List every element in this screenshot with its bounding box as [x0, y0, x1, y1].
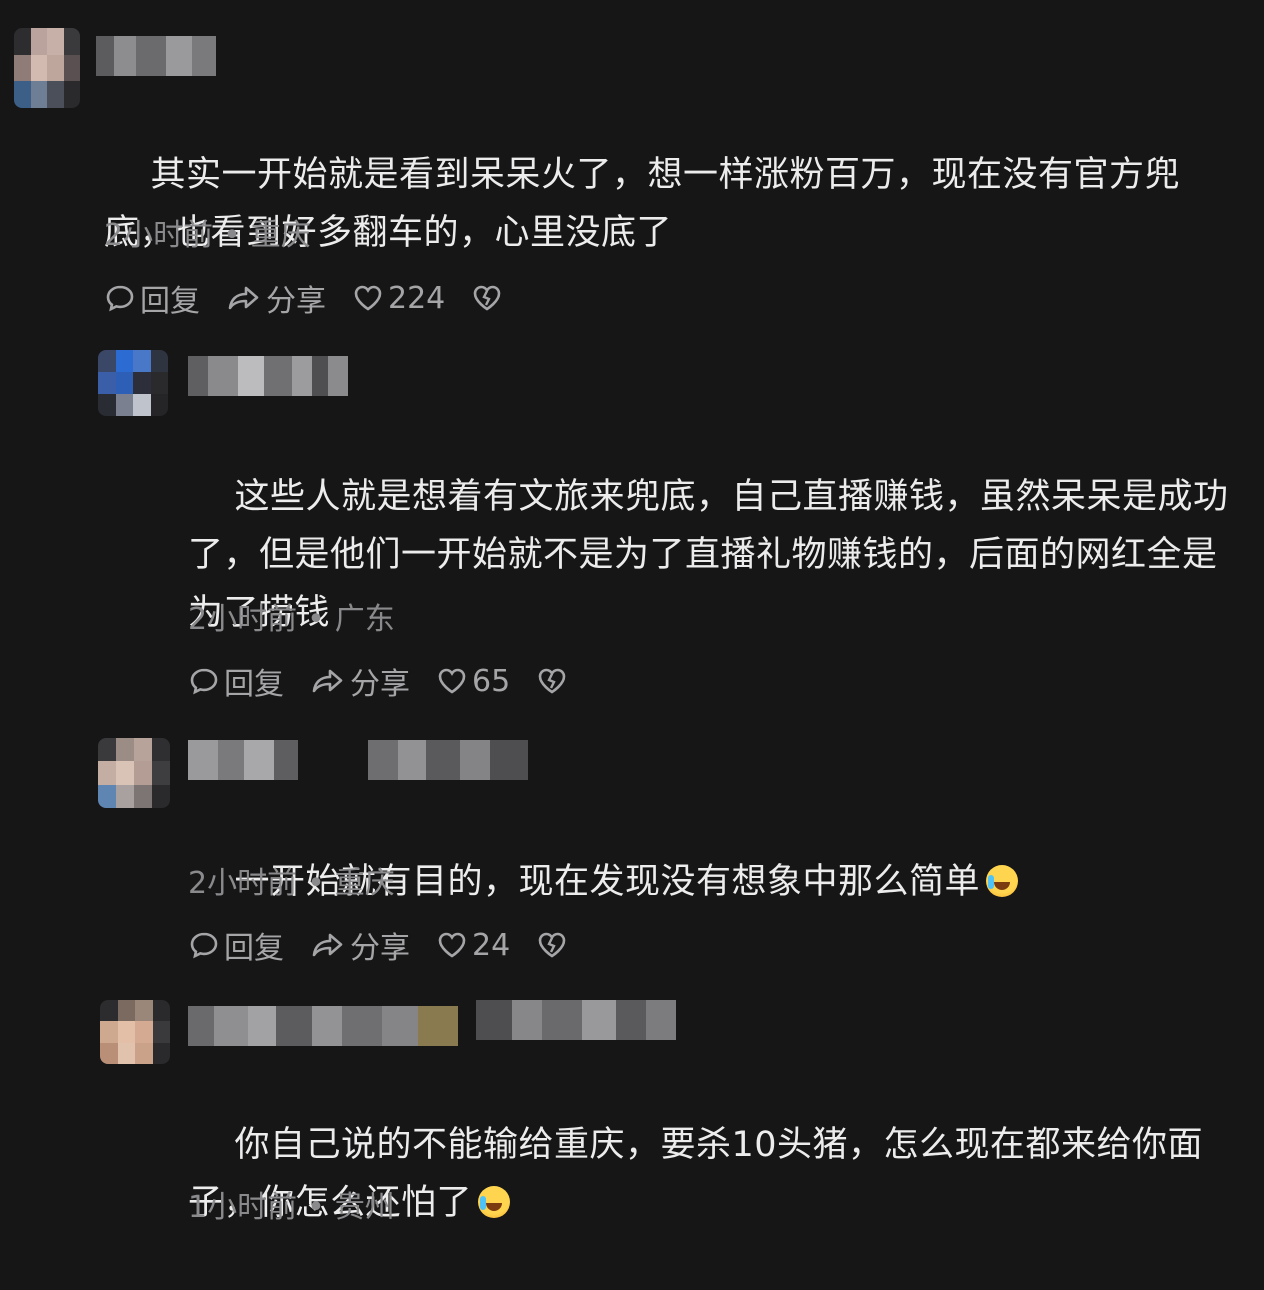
- like-count: 65: [472, 663, 511, 699]
- reply-icon: [190, 932, 218, 959]
- meta-separator: •: [307, 866, 325, 901]
- dislike-button[interactable]: [536, 929, 572, 961]
- comment-location: 重庆: [250, 218, 311, 253]
- share-icon: [228, 286, 259, 310]
- like-button[interactable]: 24: [436, 928, 510, 963]
- like-count: 224: [388, 280, 446, 316]
- comment-time: 2小时前: [188, 866, 298, 901]
- username-blurred[interactable]: [188, 1006, 458, 1046]
- comment-time: 1小时前: [188, 1190, 298, 1225]
- broken-heart-icon: [473, 285, 501, 311]
- reply-icon: [106, 285, 134, 312]
- like-count: 24: [472, 927, 511, 963]
- avatar[interactable]: [14, 28, 80, 108]
- heart-icon: [438, 668, 466, 694]
- reply-target-blurred[interactable]: [368, 740, 528, 780]
- comment-meta: 1小时前 • 贵州: [188, 1188, 395, 1228]
- share-button[interactable]: 分享: [226, 276, 326, 320]
- comment-location: 重庆: [334, 866, 395, 901]
- reply-button[interactable]: 回复: [104, 276, 200, 320]
- reply-label: 回复: [140, 284, 200, 319]
- comment-meta: 2小时前 • 重庆: [188, 864, 395, 904]
- dislike-button[interactable]: [471, 282, 507, 314]
- share-button[interactable]: 分享: [310, 659, 410, 703]
- meta-separator: •: [307, 602, 325, 637]
- heart-icon: [354, 285, 382, 311]
- comment-time: 2小时前: [188, 602, 298, 637]
- like-button[interactable]: 224: [352, 281, 445, 316]
- broken-heart-icon: [538, 932, 566, 958]
- username-blurred[interactable]: [188, 740, 298, 780]
- share-button[interactable]: 分享: [310, 923, 410, 967]
- comment-actions: 回复 分享 24: [188, 923, 598, 967]
- comment-location: 广东: [334, 602, 395, 637]
- heart-icon: [438, 932, 466, 958]
- comment-actions: 回复 分享 65: [188, 659, 598, 703]
- grinning-sweat-emoji: [478, 1186, 511, 1218]
- comment-text: 你自己说的不能输给重庆，要杀10头猪，怎么现在都来给你面子，你怎么还怕了: [188, 1125, 1204, 1223]
- avatar[interactable]: [100, 1000, 170, 1064]
- reply-label: 回复: [224, 667, 284, 702]
- meta-separator: •: [223, 218, 241, 253]
- share-icon: [312, 669, 343, 693]
- comment-actions: 回复 分享 224: [104, 276, 533, 320]
- avatar[interactable]: [98, 350, 168, 416]
- grinning-sweat-emoji: [986, 865, 1019, 897]
- reply-target-blurred[interactable]: [476, 1000, 676, 1040]
- share-label: 分享: [350, 667, 410, 702]
- reply-button[interactable]: 回复: [188, 923, 284, 967]
- share-icon: [312, 933, 343, 957]
- broken-heart-icon: [538, 668, 566, 694]
- share-label: 分享: [350, 931, 410, 966]
- comment-meta: 2小时前 • 重庆: [104, 216, 311, 256]
- avatar[interactable]: [98, 738, 170, 808]
- reply-icon: [190, 668, 218, 695]
- comment-time: 2小时前: [104, 218, 214, 253]
- share-label: 分享: [266, 284, 326, 319]
- meta-separator: •: [307, 1190, 325, 1225]
- reply-label: 回复: [224, 931, 284, 966]
- username-blurred[interactable]: [96, 36, 216, 76]
- reply-button[interactable]: 回复: [188, 659, 284, 703]
- comment-text: 这些人就是想着有文旅来兜底，自己直播赚钱，虽然呆呆是成功了，但是他们一开始就不是…: [188, 477, 1229, 633]
- like-button[interactable]: 65: [436, 664, 510, 699]
- dislike-button[interactable]: [536, 665, 572, 697]
- comment-meta: 2小时前 • 广东: [188, 600, 395, 640]
- comment-location: 贵州: [334, 1190, 395, 1225]
- username-blurred[interactable]: [188, 356, 348, 396]
